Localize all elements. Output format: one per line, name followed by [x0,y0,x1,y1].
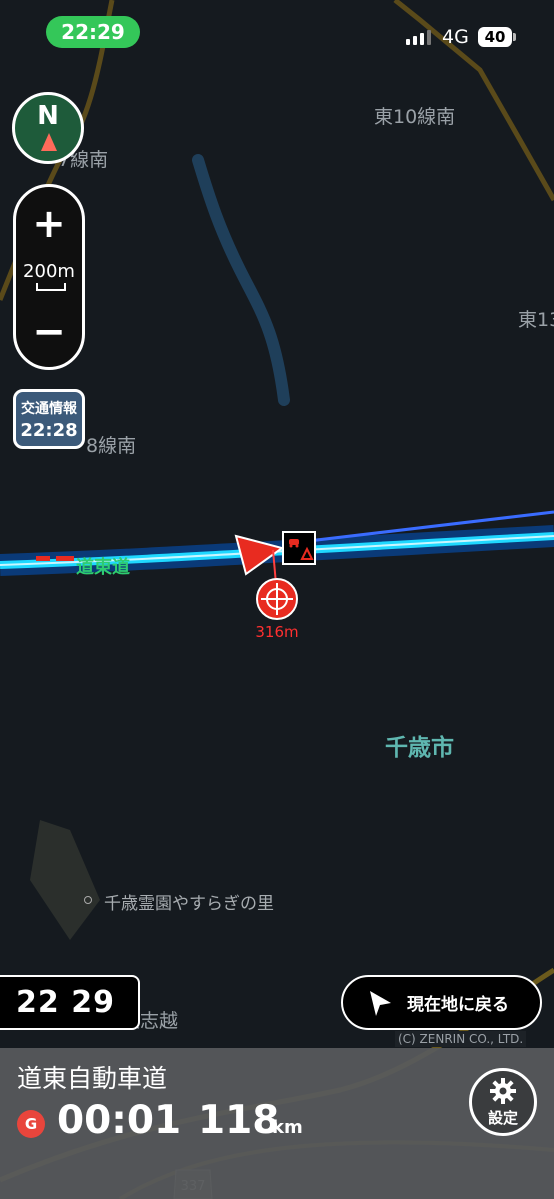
zoom-out-button[interactable]: − [16,307,82,357]
return-to-location-label: 現在地に戻る [407,995,509,1015]
traffic-incident-icon[interactable] [282,531,316,565]
current-road-name: 道東自動車道 [17,1064,168,1093]
settings-label: 設定 [487,1109,518,1127]
north-arrow-icon [41,133,57,151]
map-scale-label: 200m [23,261,75,282]
zoom-control: + 200m − [13,184,85,370]
map-label: 東10線南 [374,106,456,128]
return-to-location-button[interactable]: 現在地に戻る [341,975,542,1030]
battery-tip [513,33,516,41]
highway-label: 道東道 [76,557,130,578]
congestion-mark [56,556,74,561]
distance-unit: km [272,1117,303,1138]
distance-to-point-label: 316m [255,623,299,641]
congestion-mark [36,556,50,561]
zoom-in-button[interactable]: + [16,199,82,249]
compass-north-label: N [37,101,59,131]
map-label: 東13 [518,309,554,331]
poi-label: 千歳霊園やすらぎの里 [104,894,274,914]
poi-dot-icon [84,896,92,904]
remaining-distance: 118 [198,1098,280,1143]
goal-badge: G [17,1110,45,1138]
gear-icon [490,1078,516,1104]
traffic-info-time: 22:28 [20,420,78,441]
network-type: 4G [442,26,469,48]
traffic-info-button[interactable]: 交通情報 22:28 [13,389,85,449]
cursor-arrow-icon [370,990,391,1016]
scale-bar-icon [36,283,66,291]
cell-signal-icon [406,30,431,45]
compass-button[interactable]: N [12,92,84,164]
remaining-time: 00:01 [57,1098,182,1143]
settings-button[interactable]: 設定 [469,1068,537,1136]
map-copyright: (C) ZENRIN CO., LTD. [395,1031,527,1047]
battery-icon: 40 [478,27,512,47]
city-label: 千歳市 [385,735,454,761]
status-time[interactable]: 22:29 [46,16,140,48]
traffic-info-title: 交通情報 [21,401,77,417]
clock-display: 22 29 [0,975,140,1030]
map-label: 8線南 [86,435,137,457]
